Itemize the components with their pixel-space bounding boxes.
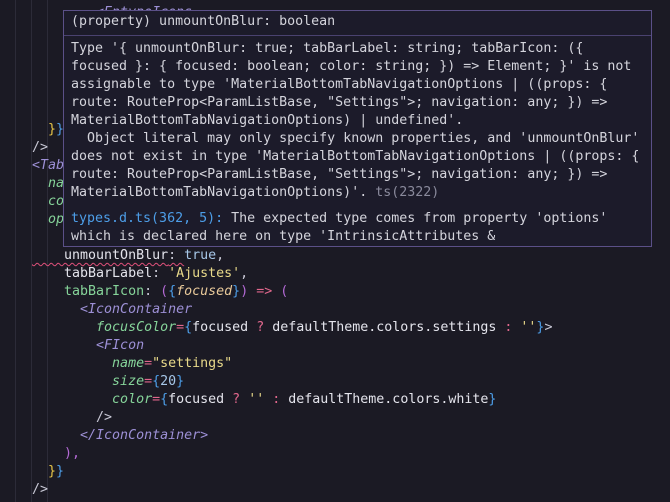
error-message: Type '{ unmountOnBlur: true; tabBarLabel…: [71, 41, 640, 200]
code-line[interactable]: />: [32, 409, 552, 427]
code-token: =: [144, 374, 153, 389]
code-token: ),: [32, 446, 81, 461]
code-token: 'Ajustes': [168, 266, 241, 281]
code-token: name: [32, 356, 145, 371]
code-line[interactable]: unmountOnBlur: true,: [32, 247, 552, 265]
code-token: ?: [232, 392, 241, 407]
code-line[interactable]: tabBarIcon: ({focused}) => (: [32, 283, 552, 301]
error-code: ts(2322): [375, 185, 440, 200]
code-token: {: [184, 320, 193, 335]
code-line[interactable]: color={focused ? '' : defaultTheme.color…: [32, 391, 552, 409]
code-token: <FIcon: [32, 338, 145, 353]
related-info: types.d.ts(362, 5): The expected type co…: [71, 210, 644, 246]
code-token: na: [32, 176, 65, 191]
code-token: color: [32, 392, 153, 407]
code-token: unmountOnBlur: [32, 248, 169, 263]
code-token: :: [144, 284, 161, 299]
code-line[interactable]: </IconContainer>: [32, 427, 552, 445]
code-token: =>: [248, 284, 281, 299]
code-token: >: [544, 320, 553, 335]
code-line[interactable]: name="settings": [32, 355, 552, 373]
code-token: />: [32, 410, 113, 425]
code-token: defaultTheme.colors.white: [280, 392, 489, 407]
code-token: '': [240, 392, 273, 407]
code-token: =: [176, 320, 185, 335]
code-token: tabBarIcon: [32, 284, 145, 299]
code-line[interactable]: <IconContainer: [32, 301, 552, 319]
code-token: }: [32, 122, 57, 137]
code-token: true: [184, 248, 217, 263]
code-token: focused: [176, 284, 233, 299]
code-token: focused: [168, 392, 233, 407]
code-token: :: [168, 248, 185, 263]
code-line[interactable]: <FIcon: [32, 337, 552, 355]
code-token: </IconContainer>: [32, 428, 209, 443]
code-token: focusColor: [32, 320, 177, 335]
code-line[interactable]: focusColor={focused ? defaultTheme.color…: [32, 319, 552, 337]
tooltip-signature: (property) unmountOnBlur: boolean: [64, 11, 651, 36]
code-line[interactable]: }}: [32, 463, 552, 481]
code-token: />: [32, 482, 49, 497]
code-token: focused: [192, 320, 257, 335]
code-token: ,: [240, 266, 249, 281]
code-token: '': [512, 320, 537, 335]
code-token: 20: [160, 374, 177, 389]
tooltip-body: Type '{ unmountOnBlur: true; tabBarLabel…: [64, 36, 651, 246]
code-token: {: [168, 284, 177, 299]
code-token: {: [160, 392, 169, 407]
code-token: ): [240, 284, 249, 299]
code-token: {: [152, 374, 161, 389]
related-link[interactable]: types.d.ts(362, 5):: [71, 211, 223, 226]
code-token: }: [56, 464, 65, 479]
hover-tooltip: (property) unmountOnBlur: boolean Type '…: [63, 10, 652, 247]
code-token: =: [152, 392, 161, 407]
code-token: defaultTheme.colors.settings: [264, 320, 505, 335]
code-token: }: [488, 392, 497, 407]
code-line[interactable]: ),: [32, 445, 552, 463]
code-token: op: [32, 212, 65, 227]
code-token: (: [160, 284, 169, 299]
code-token: }: [32, 464, 57, 479]
code-token: =: [144, 356, 153, 371]
code-token: <IconContainer: [32, 302, 193, 317]
code-line[interactable]: size={20}: [32, 373, 552, 391]
code-token: }: [176, 374, 185, 389]
code-token: tabBarLabel: [32, 266, 153, 281]
code-token: :: [152, 266, 169, 281]
code-token: ?: [256, 320, 265, 335]
code-token: "settings": [152, 356, 233, 371]
code-token: }: [232, 284, 241, 299]
code-token: (: [280, 284, 289, 299]
code-line[interactable]: tabBarLabel: 'Ajustes',: [32, 265, 552, 283]
code-token: co: [32, 194, 65, 209]
code-line[interactable]: />: [32, 481, 552, 499]
code-token: <Tab: [32, 158, 65, 173]
code-token: />: [32, 140, 49, 155]
code-token: ,: [216, 248, 225, 263]
code-token: size: [32, 374, 145, 389]
